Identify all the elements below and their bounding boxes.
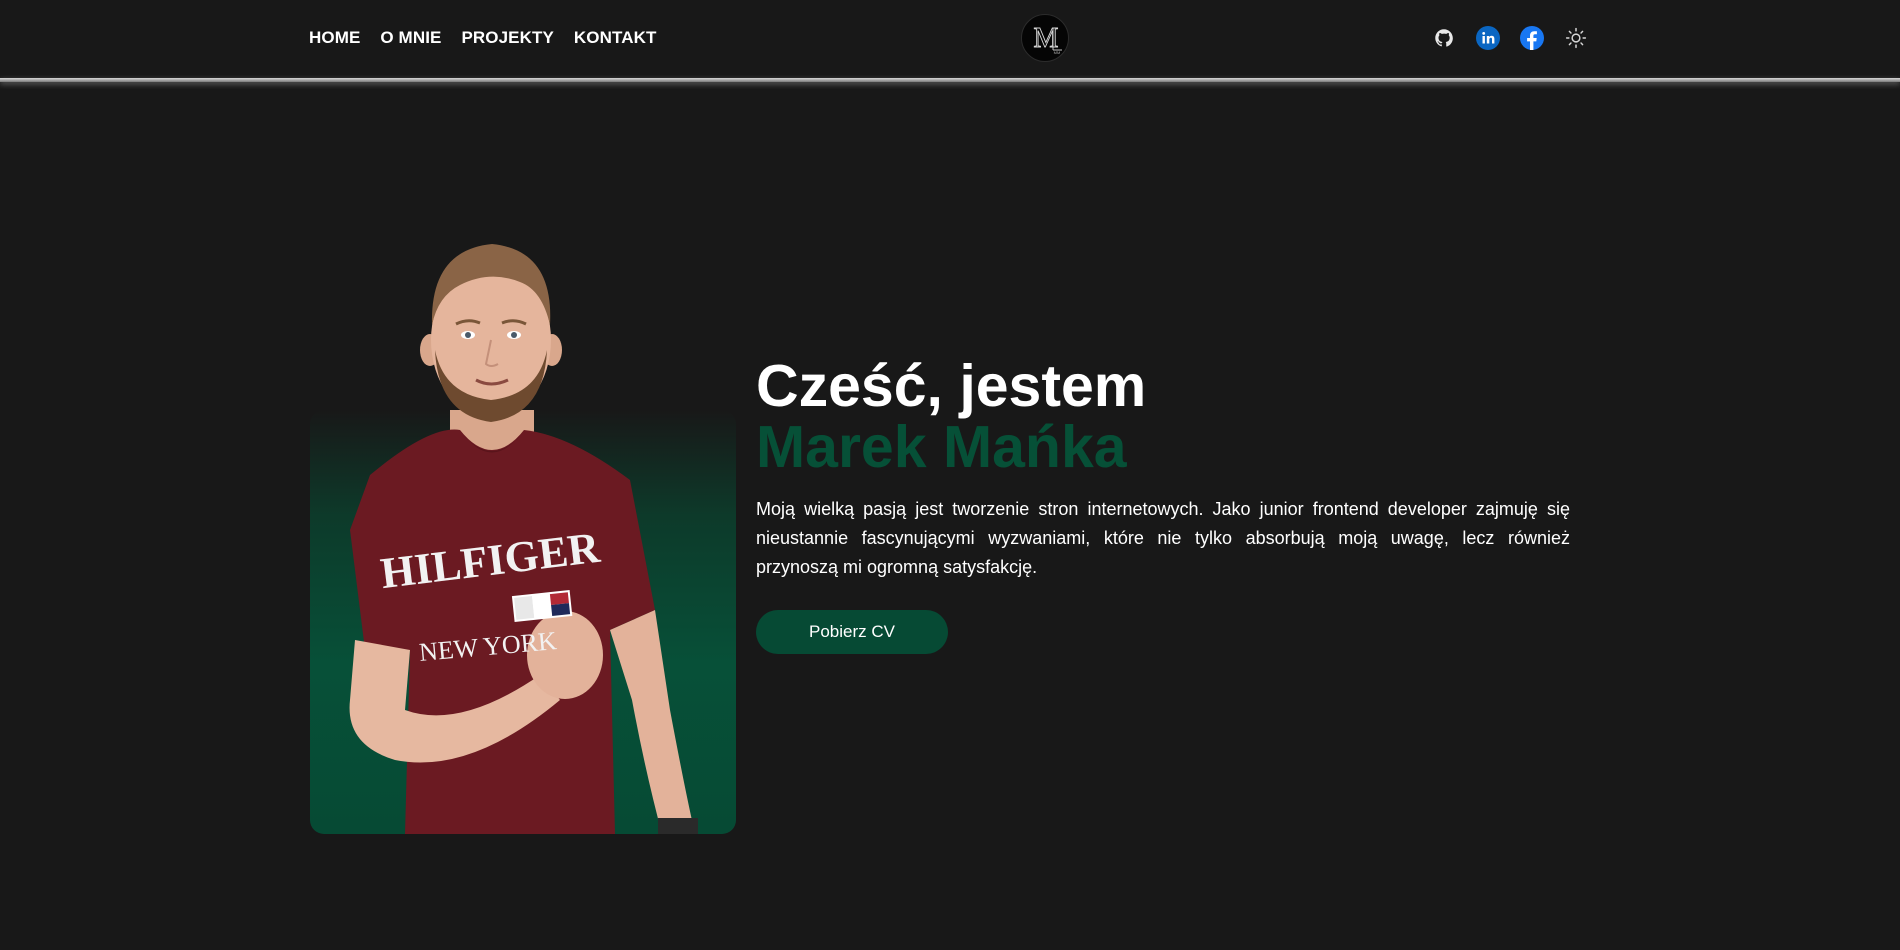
hero-greeting: Cześć, jestem [756,353,1147,419]
site-logo[interactable]: M MM [1021,14,1069,62]
theme-toggle[interactable] [1564,26,1588,50]
sun-icon [1565,27,1587,49]
download-cv-button[interactable]: Pobierz CV [756,610,948,654]
github-icon [1435,29,1453,47]
linkedin-icon [1476,26,1500,50]
linkedin-link[interactable] [1476,26,1500,50]
header-divider [0,78,1900,82]
nav-home[interactable]: HOME [309,28,360,48]
nav-kontakt[interactable]: KONTAKT [574,28,657,48]
facebook-icon [1520,26,1544,50]
hero-section: Cześć, jestem Marek Mańka Moją wielką pa… [756,355,1570,654]
facebook-link[interactable] [1520,26,1544,50]
social-links [1432,26,1588,50]
hero-name: Marek Mańka [756,414,1127,480]
profile-photo: HILFIGER NEW YORK [349,244,698,834]
site-header: HOME O MNIE PROJEKTY KONTAKT M MM [0,0,1900,78]
nav-projekty[interactable]: PROJEKTY [461,28,553,48]
svg-text:MM: MM [1054,50,1061,55]
logo-mark: M MM [1033,23,1062,55]
github-link[interactable] [1432,26,1456,50]
main-nav: HOME O MNIE PROJEKTY KONTAKT [309,28,656,48]
hero-description: Moją wielką pasją jest tworzenie stron i… [756,499,1570,577]
nav-o-mnie[interactable]: O MNIE [380,28,441,48]
